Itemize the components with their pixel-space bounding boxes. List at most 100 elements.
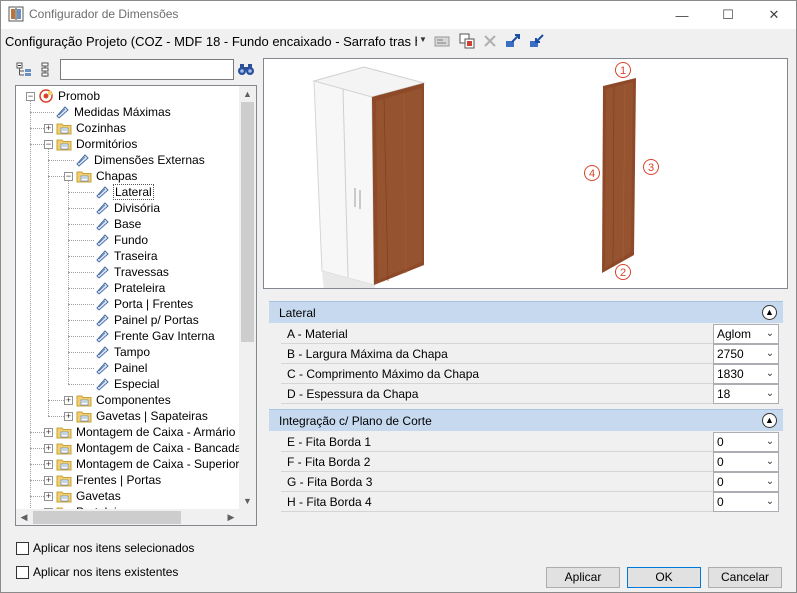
expand-icon[interactable]: + [44, 428, 53, 437]
folder-icon [56, 456, 72, 472]
chevron-down-icon[interactable]: ⌄ [761, 364, 779, 384]
scroll-thumb[interactable] [241, 102, 254, 342]
chevron-down-icon[interactable]: ▼ [419, 35, 427, 44]
import-icon[interactable] [528, 32, 546, 50]
property-row-fita-1[interactable]: E - Fita Borda 1 0 ⌄ [269, 432, 783, 452]
binoculars-icon[interactable] [237, 61, 255, 77]
expand-icon[interactable]: + [44, 444, 53, 453]
folder-icon [56, 424, 72, 440]
chevron-down-icon[interactable]: ⌄ [761, 344, 779, 364]
tree-node[interactable]: + Montagem de Caixa - Superior [16, 456, 239, 472]
tree-node[interactable]: − Dormitórios [16, 136, 239, 152]
tree-node[interactable]: Prateleira [16, 280, 239, 296]
expand-icon[interactable]: + [44, 492, 53, 501]
tree-node[interactable]: + Componentes [16, 392, 239, 408]
apply-selected-checkbox[interactable] [16, 542, 29, 555]
chevron-down-icon[interactable]: ⌄ [761, 492, 779, 512]
apply-button[interactable]: Aplicar [546, 567, 620, 588]
tree-vertical-scrollbar[interactable]: ▲ ▼ [239, 86, 256, 509]
tree-node[interactable]: − Chapas [16, 168, 239, 184]
close-button[interactable]: ✕ [751, 1, 797, 29]
tree-node[interactable]: Painel p/ Portas [16, 312, 239, 328]
property-row-espessura[interactable]: D - Espessura da Chapa 18 ⌄ [269, 384, 783, 404]
tree-node[interactable]: Traseira [16, 248, 239, 264]
collapse-icon[interactable]: ▲ [762, 413, 777, 428]
expand-tree-icon[interactable] [37, 61, 55, 79]
chevron-down-icon[interactable]: ⌄ [761, 452, 779, 472]
expand-icon[interactable]: + [44, 460, 53, 469]
export-icon[interactable] [504, 32, 522, 50]
apply-existing-checkbox[interactable] [16, 566, 29, 579]
tree-node[interactable]: + Gavetas [16, 488, 239, 504]
expand-icon[interactable]: + [44, 476, 53, 485]
collapse-node-icon[interactable]: − [44, 140, 53, 149]
tree-node[interactable]: + Montagem de Caixa - Armário [16, 424, 239, 440]
marker-1: 1 [615, 62, 631, 78]
tree-search-input[interactable] [60, 59, 234, 80]
copy-config-icon[interactable] [458, 32, 476, 50]
chevron-down-icon[interactable]: ⌄ [761, 432, 779, 452]
section-lateral[interactable]: Lateral ▲ [269, 301, 783, 323]
section-integracao[interactable]: Integração c/ Plano de Corte ▲ [269, 409, 783, 431]
tree-node[interactable]: Tampo [16, 344, 239, 360]
tree-node[interactable]: Frente Gav Interna [16, 328, 239, 344]
delete-icon[interactable] [481, 32, 499, 50]
property-name: F - Fita Borda 2 [281, 452, 713, 472]
preview-panel: 1 2 3 4 [263, 58, 788, 289]
tree-node[interactable]: Fundo [16, 232, 239, 248]
tree-node[interactable]: Divisória [16, 200, 239, 216]
minimize-button[interactable]: — [659, 1, 705, 29]
collapse-node-icon[interactable]: − [26, 92, 35, 101]
configuration-select[interactable]: Configuração Projeto (COZ - MDF 18 - Fun… [5, 34, 417, 49]
property-name: B - Largura Máxima da Chapa [281, 344, 713, 364]
scroll-down-icon[interactable]: ▼ [239, 493, 256, 509]
chevron-down-icon[interactable]: ⌄ [761, 324, 779, 344]
property-row-comprimento[interactable]: C - Comprimento Máximo da Chapa 1830 ⌄ [269, 364, 783, 384]
tree-node[interactable]: + Montagem de Caixa - Bancada [16, 440, 239, 456]
tree-node-label: Frente Gav Interna [114, 329, 215, 343]
chevron-down-icon[interactable]: ⌄ [761, 384, 779, 404]
scroll-thumb-horizontal[interactable] [33, 511, 181, 524]
tree-node[interactable]: Especial [16, 376, 239, 392]
tree-node[interactable]: Lateral [16, 184, 239, 200]
tree-node-label: Base [114, 217, 142, 231]
tree-node[interactable]: Travessas [16, 264, 239, 280]
scroll-left-icon[interactable]: ◀ [16, 509, 32, 525]
expand-icon[interactable]: + [44, 124, 53, 133]
ok-button[interactable]: OK [627, 567, 701, 588]
category-tree[interactable]: − Promob Medidas Máximas + Cozinhas − Dormitór… [15, 85, 257, 526]
chevron-down-icon[interactable]: ⌄ [761, 472, 779, 492]
tree-node[interactable]: − Promob [16, 88, 239, 104]
collapse-icon[interactable]: ▲ [762, 305, 777, 320]
svg-text:4: 4 [589, 168, 595, 180]
property-row-fita-4[interactable]: H - Fita Borda 4 0 ⌄ [269, 492, 783, 512]
tree-node[interactable]: Base [16, 216, 239, 232]
property-row-fita-2[interactable]: F - Fita Borda 2 0 ⌄ [269, 452, 783, 472]
collapse-tree-icon[interactable] [15, 61, 33, 79]
apply-selected-option[interactable]: Aplicar nos itens selecionados [15, 540, 255, 558]
collapse-node-icon[interactable]: − [64, 172, 73, 181]
tree-node[interactable]: Medidas Máximas [16, 104, 239, 120]
tree-node[interactable]: + Gavetas | Sapateiras [16, 408, 239, 424]
property-row-material[interactable]: A - Material Aglom ⌄ [269, 324, 783, 344]
promob-icon [38, 88, 54, 104]
property-name: C - Comprimento Máximo da Chapa [281, 364, 713, 384]
tree-node[interactable]: + Cozinhas [16, 120, 239, 136]
tree-node-label: Montagem de Caixa - Superior [76, 457, 239, 471]
tree-node[interactable]: Painel [16, 360, 239, 376]
tree-node[interactable]: + Frentes | Portas [16, 472, 239, 488]
apply-existing-option[interactable]: Aplicar nos itens existentes [15, 564, 255, 582]
apply-existing-label: Aplicar nos itens existentes [33, 565, 179, 579]
property-row-largura[interactable]: B - Largura Máxima da Chapa 2750 ⌄ [269, 344, 783, 364]
property-row-fita-3[interactable]: G - Fita Borda 3 0 ⌄ [269, 472, 783, 492]
tree-node[interactable]: Porta | Frentes [16, 296, 239, 312]
scroll-right-icon[interactable]: ▶ [223, 509, 239, 525]
tree-horizontal-scrollbar[interactable]: ◀ ▶ [16, 509, 239, 525]
tree-node[interactable]: Dimensões Externas [16, 152, 239, 168]
cancel-button[interactable]: Cancelar [708, 567, 782, 588]
scroll-up-icon[interactable]: ▲ [239, 86, 256, 102]
expand-icon[interactable]: + [64, 412, 73, 421]
properties-icon[interactable] [433, 32, 451, 50]
maximize-button[interactable]: ☐ [705, 1, 751, 29]
expand-icon[interactable]: + [64, 396, 73, 405]
